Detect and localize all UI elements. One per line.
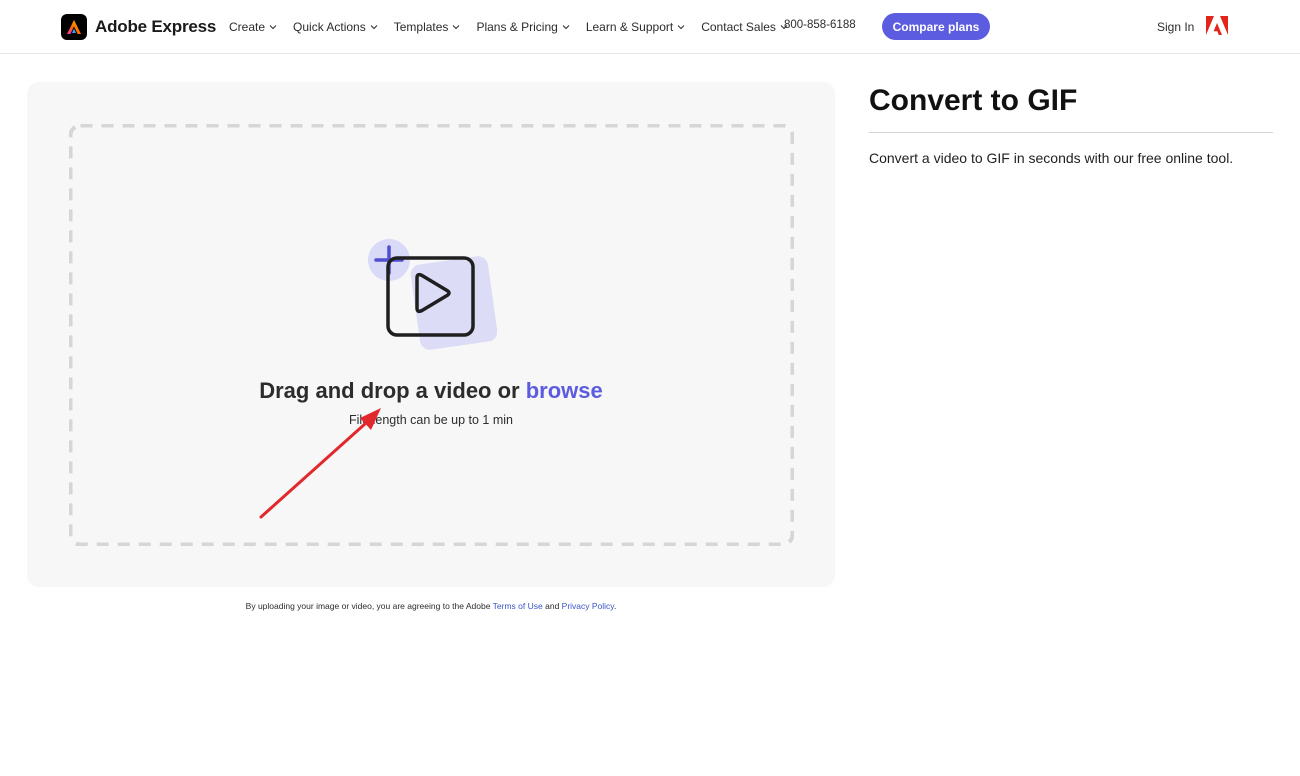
nav-templates-label: Templates: [393, 20, 449, 34]
nav-contact-sales-label: Contact Sales: [701, 20, 776, 34]
page-title: Convert to GIF: [869, 84, 1078, 117]
nav-learn-support[interactable]: Learn & Support: [586, 20, 685, 34]
legal-middle: and: [542, 601, 562, 611]
privacy-policy-link[interactable]: Privacy Policy: [562, 601, 614, 611]
drop-instructions: Drag and drop a video or browse: [27, 378, 835, 404]
adobe-express-logo-icon: [61, 14, 87, 40]
file-length-note: File length can be up to 1 min: [349, 413, 513, 427]
chevron-down-icon: [269, 25, 277, 30]
nav-quick-actions[interactable]: Quick Actions: [293, 20, 378, 34]
chevron-down-icon: [562, 25, 570, 30]
legal-notice: By uploading your image or video, you ar…: [27, 601, 835, 611]
title-divider: [869, 132, 1273, 133]
main-nav: Create Quick Actions Templates Plans & P…: [229, 18, 804, 36]
terms-of-use-link[interactable]: Terms of Use: [493, 601, 543, 611]
upload-panel: Drag and drop a video or browse File len…: [27, 82, 835, 587]
brand-name: Adobe Express: [95, 17, 217, 36]
nav-contact-sales[interactable]: Contact Sales: [701, 20, 788, 34]
adobe-express-home-link[interactable]: Adobe Express: [61, 14, 216, 40]
chevron-down-icon: [677, 25, 685, 30]
top-navigation-bar: Adobe Express Create Quick Actions Templ…: [0, 0, 1300, 54]
page-description: Convert a video to GIF in seconds with o…: [869, 150, 1234, 166]
nav-create-label: Create: [229, 20, 266, 34]
drop-instructions-text: Drag and drop a video or: [259, 378, 526, 403]
nav-quick-actions-label: Quick Actions: [293, 20, 366, 34]
browse-link[interactable]: browse: [526, 378, 603, 403]
legal-suffix: .: [613, 601, 617, 611]
nav-templates[interactable]: Templates: [394, 20, 461, 34]
chevron-down-icon: [370, 25, 378, 30]
nav-learn-support-label: Learn & Support: [585, 20, 674, 34]
sign-in-link[interactable]: Sign In: [1157, 20, 1194, 34]
chevron-down-icon: [453, 25, 460, 30]
adobe-logo-icon[interactable]: [1206, 16, 1228, 36]
nav-plans-pricing-label: Plans & Pricing: [476, 20, 558, 34]
nav-create[interactable]: Create: [229, 20, 277, 34]
nav-plans-pricing[interactable]: Plans & Pricing: [476, 20, 570, 34]
video-upload-icon: [368, 239, 497, 350]
phone-number-link[interactable]: 800-858-6188: [784, 19, 856, 31]
legal-prefix: By uploading your image or video, you ar…: [245, 601, 493, 611]
compare-plans-button[interactable]: Compare plans: [882, 13, 990, 40]
